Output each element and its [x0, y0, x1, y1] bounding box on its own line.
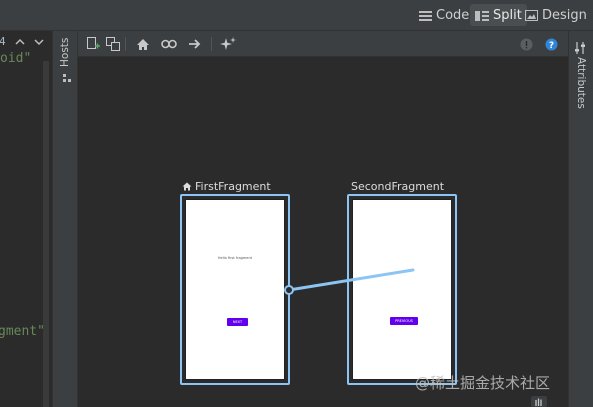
toolbar-divider [211, 37, 212, 51]
code-mode-icon [419, 10, 432, 21]
code-mode-button[interactable]: Code [414, 4, 474, 26]
split-mode-label: Split [493, 7, 522, 23]
chevron-down-icon[interactable] [34, 38, 44, 46]
hosts-icon [63, 74, 71, 82]
attributes-panel-strip: Attributes [568, 31, 593, 407]
auto-arrange-icon [220, 37, 236, 50]
nav-editor-toolbar: ? [78, 31, 568, 57]
design-mode-label: Design [542, 7, 587, 23]
deep-link-icon [161, 39, 177, 49]
help-button[interactable]: ? [542, 35, 560, 53]
warnings-button[interactable] [517, 35, 535, 53]
code-line-fragment: gment" [0, 324, 45, 339]
action-handle[interactable] [284, 285, 294, 295]
action-connector[interactable] [78, 57, 568, 407]
deep-link-button[interactable] [160, 35, 178, 53]
auto-arrange-button[interactable] [219, 35, 237, 53]
split-mode-icon [475, 10, 489, 21]
hosts-panel-strip: Hosts [52, 31, 78, 407]
navigation-graph-canvas[interactable]: FirstFragment Hello first fragment NEXT … [78, 57, 568, 407]
watermark: @稀土掘金技术社区 [415, 374, 551, 392]
new-destination-button[interactable] [84, 35, 102, 53]
editor-mode-bar: Code Split Design [0, 0, 593, 31]
pan-hand-icon[interactable] [531, 396, 547, 407]
design-mode-button[interactable]: Design [520, 4, 592, 26]
split-mode-button[interactable]: Split [470, 4, 527, 26]
nested-graph-icon [106, 37, 120, 51]
new-destination-icon [87, 37, 100, 49]
help-icon: ? [545, 38, 557, 51]
nested-graph-button[interactable] [104, 35, 122, 53]
hosts-tab[interactable]: Hosts [59, 38, 71, 67]
code-editor-strip[interactable]: 4 oid" gment" [0, 31, 52, 407]
svg-text:?: ? [548, 41, 553, 51]
action-arrow-icon [189, 39, 201, 49]
attributes-icon [575, 42, 585, 54]
design-mode-icon [525, 9, 538, 21]
attributes-tab[interactable]: Attributes [575, 57, 587, 109]
toolbar-divider [125, 37, 126, 51]
line-count-badge: 4 [0, 35, 6, 48]
warning-icon [520, 38, 532, 50]
code-scrollbar[interactable] [43, 61, 49, 407]
add-action-button[interactable] [186, 35, 204, 53]
home-icon [137, 38, 149, 50]
code-mode-label: Code [436, 7, 470, 23]
set-start-destination-button[interactable] [134, 35, 152, 53]
chevron-up-icon[interactable] [15, 38, 25, 46]
code-line-fragment: oid" [0, 51, 32, 66]
